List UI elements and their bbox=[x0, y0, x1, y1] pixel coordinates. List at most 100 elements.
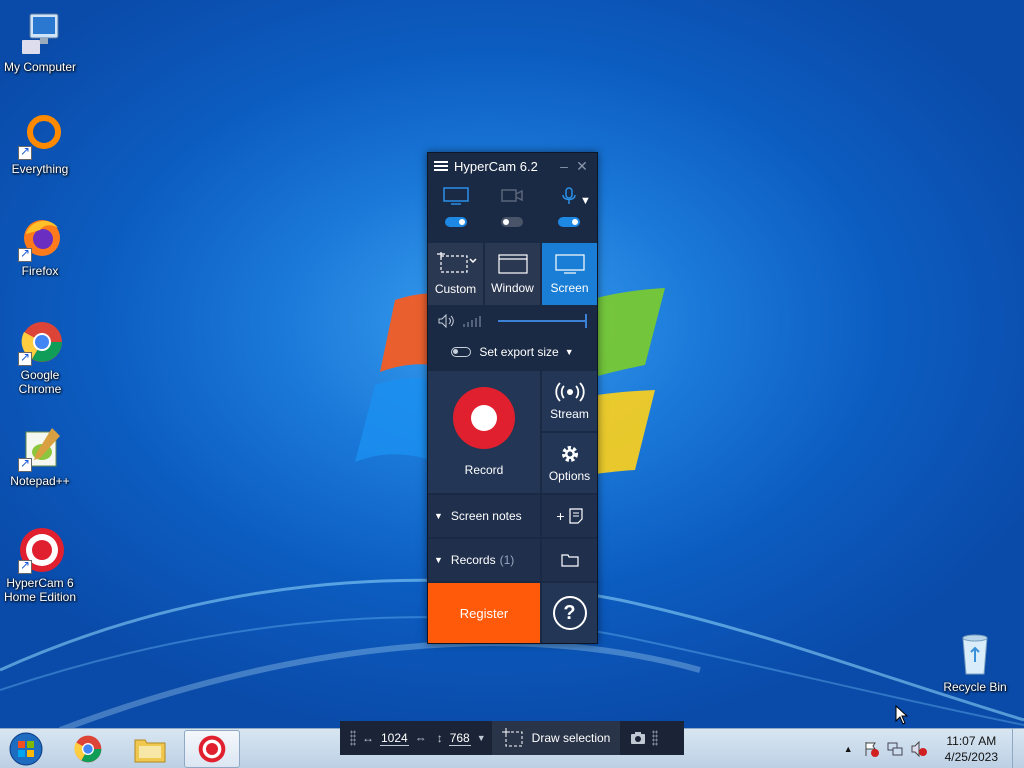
desktop-icon-label: Recycle Bin bbox=[943, 680, 1007, 694]
open-records-folder-button[interactable] bbox=[542, 539, 597, 581]
custom-area-icon bbox=[436, 252, 477, 273]
taskbar-hypercam[interactable] bbox=[184, 730, 240, 768]
height-arrows-icon: ↕ bbox=[436, 731, 443, 745]
mode-custom[interactable]: Custom bbox=[428, 243, 483, 305]
bottom-row: Register ? bbox=[428, 583, 597, 643]
shortcut-arrow-icon bbox=[18, 350, 32, 366]
desktop-icon-chrome[interactable]: Google Chrome bbox=[0, 318, 80, 396]
stream-button[interactable]: Stream bbox=[542, 371, 597, 431]
taskbar-chrome[interactable] bbox=[60, 730, 116, 768]
clock[interactable]: 11:07 AM 4/25/2023 bbox=[945, 733, 998, 765]
height-input[interactable]: 768 bbox=[448, 731, 471, 746]
computer-icon bbox=[16, 10, 64, 58]
camera-icon[interactable] bbox=[630, 731, 646, 745]
options-button[interactable]: Options bbox=[542, 433, 597, 493]
record-button[interactable]: Record bbox=[428, 371, 540, 493]
records-toggle[interactable]: ▼ Records (1) bbox=[428, 539, 540, 581]
desktop-icon-label: Google Chrome bbox=[18, 368, 62, 396]
desktop-icon-my-computer[interactable]: My Computer bbox=[0, 10, 80, 74]
register-label: Register bbox=[459, 605, 509, 621]
desktop-icon-recycle-bin[interactable]: Recycle Bin bbox=[935, 630, 1015, 694]
drag-handle[interactable] bbox=[652, 730, 659, 746]
clock-time: 11:07 AM bbox=[946, 734, 997, 748]
hamburger-menu-icon[interactable] bbox=[434, 159, 448, 173]
mode-screen[interactable]: Screen bbox=[542, 243, 597, 305]
action-center-icon[interactable] bbox=[863, 741, 879, 757]
microphone-source-toggle[interactable] bbox=[557, 217, 580, 227]
records-row: ▼ Records (1) bbox=[428, 539, 597, 581]
hypercam-titlebar[interactable]: HyperCam 6.2 – ✕ bbox=[428, 153, 597, 179]
source-options-chevron-icon[interactable]: ▼ bbox=[580, 195, 594, 207]
screen-source bbox=[428, 187, 484, 239]
export-size-row[interactable]: Set export size ▼ bbox=[428, 337, 597, 367]
register-button[interactable]: Register bbox=[428, 583, 540, 643]
help-button[interactable]: ? bbox=[542, 583, 597, 643]
folder-icon bbox=[560, 554, 579, 567]
shortcut-arrow-icon bbox=[18, 246, 32, 262]
width-input[interactable]: 1024 bbox=[380, 731, 409, 746]
desktop-icon-notepadpp[interactable]: Notepad++ bbox=[0, 424, 80, 488]
shortcut-arrow-icon bbox=[18, 144, 32, 160]
desktop-icon-hypercam[interactable]: HyperCam 6 Home Edition bbox=[0, 526, 80, 604]
chrome-icon bbox=[16, 318, 64, 366]
gear-icon bbox=[561, 446, 578, 462]
start-button[interactable] bbox=[6, 731, 46, 767]
mode-window[interactable]: Window bbox=[485, 243, 540, 305]
clock-date: 4/25/2023 bbox=[944, 750, 998, 764]
action-grid: Record Stream Options bbox=[428, 371, 597, 493]
volume-slider-handle[interactable] bbox=[585, 314, 587, 328]
volume-row bbox=[428, 305, 597, 337]
speaker-icon[interactable] bbox=[438, 314, 456, 328]
monitor-icon bbox=[443, 187, 469, 205]
draw-selection-button[interactable]: Draw selection bbox=[491, 721, 621, 755]
capture-mode-selector: Custom Window Screen bbox=[428, 243, 597, 305]
export-size-toggle[interactable] bbox=[451, 347, 472, 357]
firefox-icon bbox=[16, 214, 64, 262]
show-desktop-button[interactable] bbox=[1012, 729, 1024, 768]
desktop-icon-everything[interactable]: Everything bbox=[0, 112, 80, 176]
recycle-bin-icon bbox=[951, 630, 999, 678]
chevron-down-icon[interactable]: ▼ bbox=[565, 347, 574, 357]
show-hidden-icons-button[interactable]: ▲ bbox=[844, 744, 853, 754]
system-tray: ▲ 11:07 AM 4/25/2023 bbox=[844, 729, 1024, 768]
link-aspect-icon[interactable]: ⇔ bbox=[415, 731, 427, 745]
webcam-source-toggle[interactable] bbox=[501, 217, 524, 227]
help-icon: ? bbox=[552, 596, 587, 630]
webcam-source bbox=[484, 187, 540, 239]
minimize-button[interactable]: – bbox=[555, 158, 573, 174]
drag-handle[interactable] bbox=[350, 730, 356, 746]
plus-icon: + bbox=[556, 508, 565, 524]
chevron-down-icon: ▼ bbox=[434, 511, 443, 521]
window-title: HyperCam 6.2 bbox=[454, 158, 538, 174]
broadcast-icon bbox=[554, 382, 585, 402]
hypercam-window: HyperCam 6.2 – ✕ ▼ Custom Window Screen bbox=[427, 152, 598, 644]
desktop-icon-label: My Computer bbox=[3, 60, 77, 74]
volume-muted-icon[interactable] bbox=[911, 740, 927, 758]
everything-icon bbox=[16, 112, 64, 160]
desktop-icon-firefox[interactable]: Firefox bbox=[0, 214, 80, 278]
options-label: Options bbox=[548, 469, 591, 483]
size-presets-chevron-icon[interactable]: ▼ bbox=[477, 733, 486, 743]
add-screen-note-button[interactable]: + bbox=[542, 495, 597, 537]
network-icon[interactable] bbox=[887, 741, 903, 757]
screen-notes-label: Screen notes bbox=[450, 509, 522, 523]
taskbar-file-explorer[interactable] bbox=[122, 730, 178, 768]
folder-icon bbox=[134, 739, 166, 763]
screen-notes-toggle[interactable]: ▼ Screen notes bbox=[428, 495, 540, 537]
hypercam-icon bbox=[16, 526, 64, 574]
screen-source-toggle[interactable] bbox=[445, 217, 468, 227]
webcam-icon bbox=[501, 189, 524, 202]
volume-level-icon bbox=[463, 316, 481, 327]
chevron-down-icon: ▼ bbox=[434, 555, 443, 565]
close-button[interactable]: ✕ bbox=[573, 158, 591, 175]
source-toggles bbox=[428, 179, 597, 239]
records-count: (1) bbox=[499, 553, 515, 567]
shortcut-arrow-icon bbox=[18, 456, 32, 472]
volume-slider[interactable] bbox=[498, 314, 587, 328]
mode-label: Screen bbox=[550, 281, 589, 295]
export-size-label: Set export size bbox=[479, 345, 559, 359]
shortcut-arrow-icon bbox=[18, 558, 32, 574]
screen-notes-row: ▼ Screen notes + bbox=[428, 495, 597, 537]
stream-label: Stream bbox=[550, 407, 589, 421]
desktop-icon-label: Everything bbox=[11, 162, 69, 176]
